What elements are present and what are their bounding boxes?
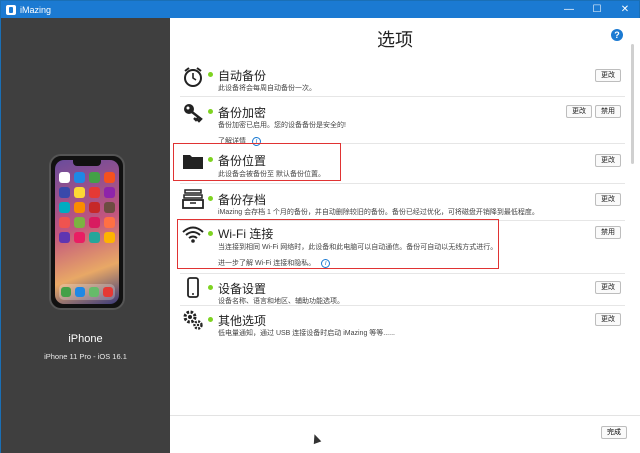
highlight-box (173, 143, 341, 181)
disable-button[interactable]: 禁用 (595, 226, 621, 239)
phone-notch (73, 160, 101, 166)
app-icon (89, 172, 100, 183)
gears-icon (183, 310, 203, 330)
app-icon (59, 187, 70, 198)
change-button[interactable]: 更改 (595, 281, 621, 294)
app-icon (59, 232, 70, 243)
disable-button[interactable]: 禁用 (595, 105, 621, 118)
app-grid (59, 172, 115, 243)
option-title: 备份加密 (218, 106, 267, 120)
app-icon (104, 217, 115, 228)
app-icon (104, 232, 115, 243)
device-screen (55, 160, 119, 304)
phone-icon (187, 277, 199, 298)
app-icon (89, 187, 100, 198)
app-icon (74, 217, 85, 228)
app-icon (89, 232, 100, 243)
device-sidebar: iPhone iPhone 11 Pro - iOS 16.1 (1, 18, 170, 453)
status-dot (208, 72, 213, 77)
divider (180, 273, 625, 274)
highlight-box (177, 219, 499, 269)
device-model: iPhone 11 Pro - iOS 16.1 (44, 352, 127, 361)
option-desc: 低电量通知，通过 USB 连接设备时启动 iMazing 等等...... (218, 330, 395, 337)
divider (180, 183, 625, 184)
status-dot (208, 109, 213, 114)
help-icon[interactable]: ? (611, 29, 623, 41)
app-icon (59, 217, 70, 228)
scrollbar[interactable] (631, 44, 634, 164)
app-window: iMazing — ☐ ✕ iPhone iPhone 11 Pro - iOS… (0, 0, 640, 453)
music-app-icon (103, 287, 113, 297)
app-icon (74, 187, 85, 198)
alarm-clock-icon (184, 67, 202, 87)
key-icon (184, 104, 203, 123)
option-desc: 备份加密已启用。您的设备备份是安全的! (218, 122, 346, 129)
change-button[interactable]: 更改 (595, 313, 621, 326)
phone-app-icon (61, 287, 71, 297)
window-title: iMazing (20, 4, 52, 15)
messages-app-icon (89, 287, 99, 297)
minimize-button[interactable]: — (555, 1, 583, 18)
title-bar: iMazing — ☐ ✕ (1, 1, 639, 18)
change-button[interactable]: 更改 (595, 69, 621, 82)
change-button[interactable]: 更改 (595, 154, 621, 167)
archive-icon (182, 189, 204, 209)
option-title: 设备设置 (218, 282, 267, 296)
device-image (49, 154, 125, 310)
maximize-button[interactable]: ☐ (583, 1, 611, 18)
options-panel: 选项 ? 自动备份 此设备将会每周自动备份一次。 更改 备份加密 备份加密已启用… (170, 18, 640, 453)
safari-app-icon (75, 287, 85, 297)
change-button[interactable]: 更改 (566, 105, 592, 118)
done-button[interactable]: 完成 (601, 426, 627, 439)
app-icon (74, 202, 85, 213)
app-icon (74, 232, 85, 243)
app-icon (59, 202, 70, 213)
change-button[interactable]: 更改 (595, 193, 621, 206)
close-button[interactable]: ✕ (611, 1, 639, 18)
option-title: 自动备份 (218, 69, 267, 83)
app-icon (104, 187, 115, 198)
app-logo-icon (6, 4, 16, 15)
option-desc: 此设备将会每周自动备份一次。 (218, 85, 316, 92)
app-icon (59, 172, 70, 183)
app-icon (89, 217, 100, 228)
device-name: iPhone (68, 333, 103, 345)
page-title: 选项 (377, 30, 413, 50)
status-dot (208, 196, 213, 201)
app-icon (104, 202, 115, 213)
app-icon (74, 172, 85, 183)
app-icon (104, 172, 115, 183)
option-title: 备份存档 (218, 193, 267, 207)
footer-divider (170, 415, 640, 416)
option-title: 其他选项 (218, 314, 267, 328)
option-desc: iMazing 会存档 1 个月的备份，并自动删除较旧的备份。备份已经过优化，可… (218, 209, 539, 216)
status-dot (208, 317, 213, 322)
dock (59, 284, 115, 300)
app-icon (89, 202, 100, 213)
divider (180, 305, 625, 306)
status-dot (208, 285, 213, 290)
divider (180, 96, 625, 97)
